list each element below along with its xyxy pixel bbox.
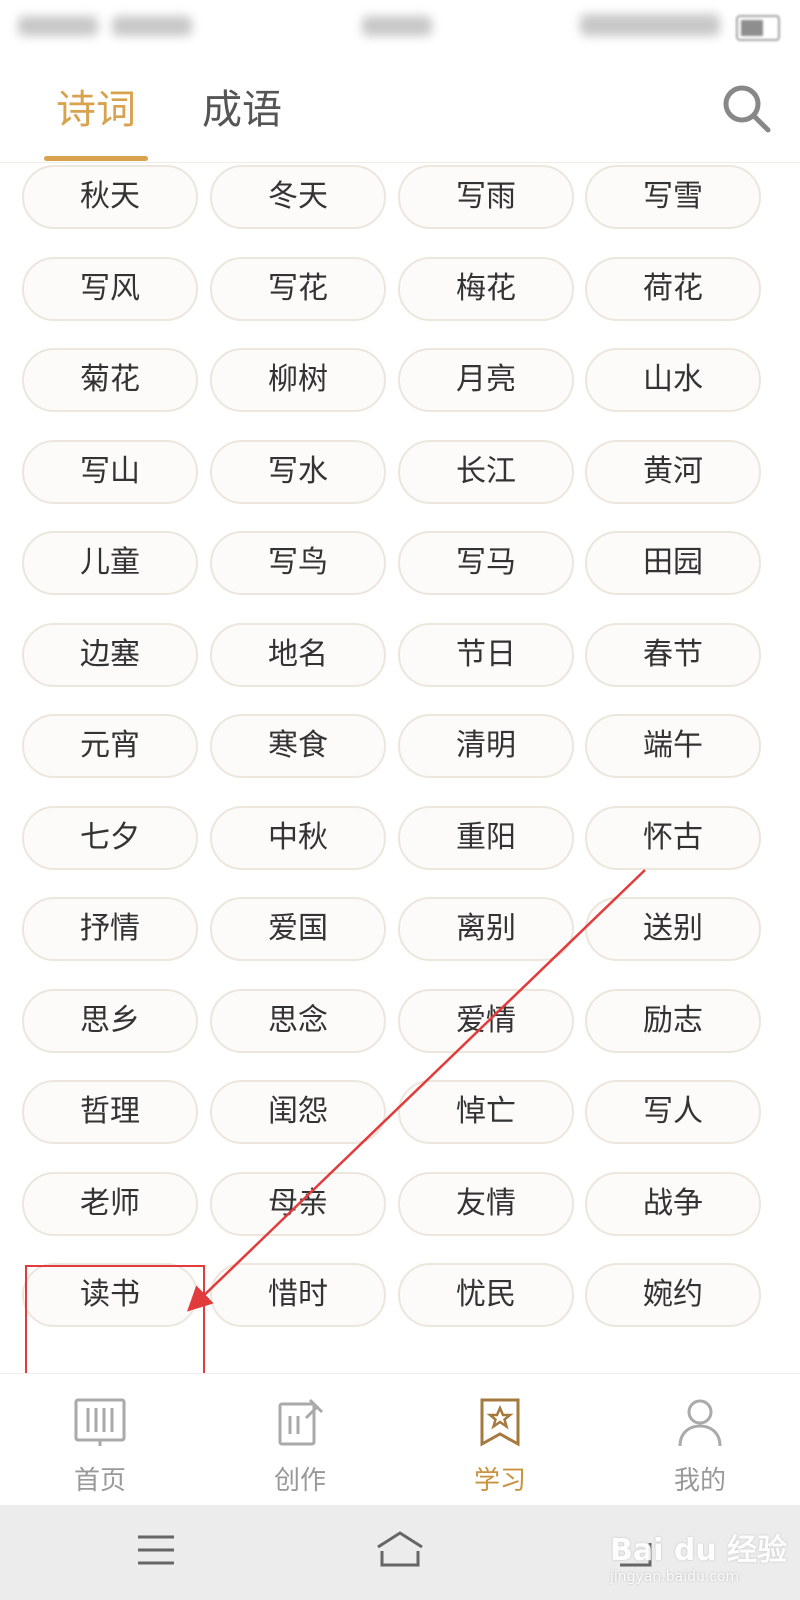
signal-indicator bbox=[18, 16, 98, 36]
topic-pill[interactable]: 送别 bbox=[585, 897, 761, 961]
tab-idiom[interactable]: 成语 bbox=[202, 84, 282, 136]
book-icon bbox=[74, 1398, 126, 1446]
topic-pill[interactable]: 怀古 bbox=[585, 806, 761, 870]
nav-learn[interactable]: 学习 bbox=[400, 1374, 600, 1506]
topic-pill[interactable]: 励志 bbox=[585, 989, 761, 1053]
topic-pill[interactable]: 菊花 bbox=[22, 348, 198, 412]
search-icon[interactable] bbox=[718, 80, 774, 136]
topic-pill[interactable]: 端午 bbox=[585, 714, 761, 778]
topic-pill[interactable]: 柳树 bbox=[210, 348, 386, 412]
nav-learn-label: 学习 bbox=[473, 1466, 526, 1496]
topic-pill[interactable]: 婉约 bbox=[585, 1263, 761, 1327]
topic-grid: 秋天 冬天 写雨 写雪写风 写花 梅花 荷花菊花 柳树 月亮 山水写山 写水 长江 黄河儿童 写鸟 写马 田园… bbox=[0, 163, 800, 1373]
topic-pill[interactable]: 写花 bbox=[210, 257, 386, 321]
topic-pill[interactable]: 春节 bbox=[585, 623, 761, 687]
topic-pill[interactable]: 悼亡 bbox=[398, 1080, 574, 1144]
topic-pill[interactable]: 儿童 bbox=[22, 531, 198, 595]
topic-pill[interactable]: 抒情 bbox=[22, 897, 198, 961]
system-navigation-bar: Bai du 经验 jingyan.baidu.com bbox=[0, 1505, 800, 1600]
watermark-url: jingyan.baidu.com bbox=[610, 1569, 740, 1585]
topic-pill[interactable]: 边塞 bbox=[22, 623, 198, 687]
clock bbox=[362, 16, 432, 36]
topic-pill[interactable]: 写鸟 bbox=[210, 531, 386, 595]
topic-pill[interactable]: 重阳 bbox=[398, 806, 574, 870]
nav-create[interactable]: 创作 bbox=[200, 1374, 400, 1506]
topic-pill[interactable]: 田园 bbox=[585, 531, 761, 595]
topic-pill[interactable]: 梅花 bbox=[398, 257, 574, 321]
topic-pill[interactable]: 七夕 bbox=[22, 806, 198, 870]
topic-pill[interactable]: 山水 bbox=[585, 348, 761, 412]
topic-pill[interactable]: 写风 bbox=[22, 257, 198, 321]
topic-pill[interactable]: 惜时 bbox=[210, 1263, 386, 1327]
nav-home-label: 首页 bbox=[73, 1466, 126, 1496]
watermark-text: Bai du 经验 bbox=[610, 1533, 788, 1568]
active-tab-indicator bbox=[44, 156, 148, 161]
topic-pill[interactable]: 离别 bbox=[398, 897, 574, 961]
topic-pill[interactable]: 节日 bbox=[398, 623, 574, 687]
topic-pill[interactable]: 元宵 bbox=[22, 714, 198, 778]
topic-pill[interactable]: 长江 bbox=[398, 440, 574, 504]
topic-pill[interactable]: 老师 bbox=[22, 1172, 198, 1236]
nav-profile[interactable]: 我的 bbox=[600, 1374, 800, 1506]
topic-pill[interactable]: 中秋 bbox=[210, 806, 386, 870]
home-icon[interactable] bbox=[370, 1525, 430, 1575]
network-indicator bbox=[112, 16, 192, 36]
topic-pill[interactable]: 忧民 bbox=[398, 1263, 574, 1327]
topic-pill[interactable]: 写马 bbox=[398, 531, 574, 595]
topic-pill[interactable]: 冬天 bbox=[210, 165, 386, 229]
battery-icon bbox=[736, 15, 780, 41]
topic-pill[interactable]: 爱情 bbox=[398, 989, 574, 1053]
annotation-highlight-box bbox=[25, 1265, 205, 1377]
topic-pill[interactable]: 秋天 bbox=[22, 165, 198, 229]
bottom-navigation: 首页 创作 学习 我的 bbox=[0, 1373, 800, 1506]
topic-pill[interactable]: 荷花 bbox=[585, 257, 761, 321]
topic-pill[interactable]: 思念 bbox=[210, 989, 386, 1053]
topic-pill[interactable]: 爱国 bbox=[210, 897, 386, 961]
topic-pill[interactable]: 写雪 bbox=[585, 165, 761, 229]
topic-pill[interactable]: 哲理 bbox=[22, 1080, 198, 1144]
topic-pill[interactable]: 月亮 bbox=[398, 348, 574, 412]
top-tab-bar: 诗词 成语 bbox=[0, 60, 800, 163]
topic-pill[interactable]: 战争 bbox=[585, 1172, 761, 1236]
menu-icon[interactable] bbox=[126, 1525, 186, 1575]
topic-pill[interactable]: 地名 bbox=[210, 623, 386, 687]
nav-create-label: 创作 bbox=[273, 1466, 326, 1496]
status-bar bbox=[0, 0, 800, 60]
topic-pill[interactable]: 写山 bbox=[22, 440, 198, 504]
topic-pill[interactable]: 友情 bbox=[398, 1172, 574, 1236]
watermark: Bai du 经验 jingyan.baidu.com bbox=[610, 1525, 790, 1595]
topic-pill[interactable]: 寒食 bbox=[210, 714, 386, 778]
nav-profile-label: 我的 bbox=[673, 1466, 726, 1496]
topic-pill[interactable]: 母亲 bbox=[210, 1172, 386, 1236]
tab-poetry[interactable]: 诗词 bbox=[56, 84, 136, 136]
pen-icon bbox=[278, 1398, 324, 1446]
topic-pill[interactable]: 黄河 bbox=[585, 440, 761, 504]
person-icon bbox=[678, 1399, 722, 1447]
topic-pill[interactable]: 清明 bbox=[398, 714, 574, 778]
status-icons bbox=[580, 14, 720, 36]
bookmark-star-icon bbox=[480, 1398, 520, 1447]
topic-pill[interactable]: 思乡 bbox=[22, 989, 198, 1053]
topic-pill[interactable]: 闺怨 bbox=[210, 1080, 386, 1144]
nav-home[interactable]: 首页 bbox=[0, 1374, 200, 1506]
topic-pill[interactable]: 写人 bbox=[585, 1080, 761, 1144]
topic-pill[interactable]: 写水 bbox=[210, 440, 386, 504]
topic-pill[interactable]: 写雨 bbox=[398, 165, 574, 229]
